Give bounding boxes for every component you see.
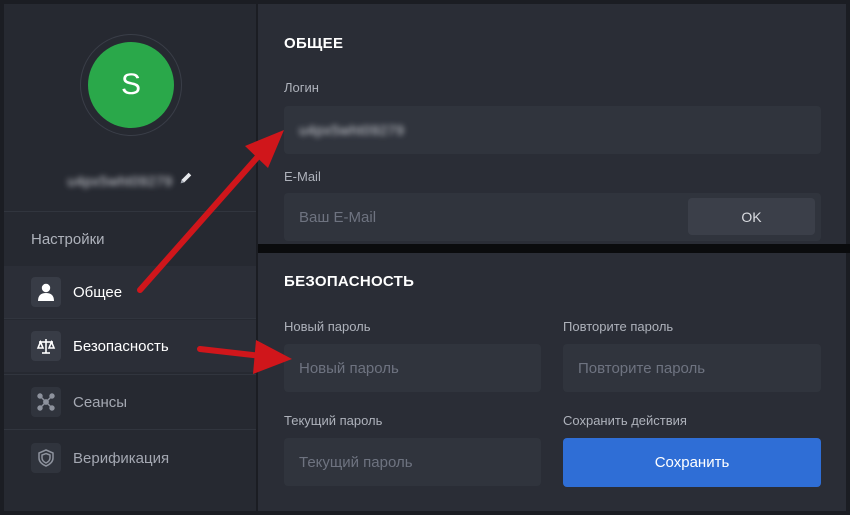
new-password-label: Новый пароль — [284, 319, 371, 334]
sidebar: S u4px5wht09279 Настройки Общее Безопасн… — [4, 4, 256, 511]
new-password-field[interactable]: Новый пароль — [284, 344, 541, 392]
sidebar-header: Настройки — [31, 231, 105, 248]
sidebar-divider — [4, 318, 256, 319]
current-password-label: Текущий пароль — [284, 413, 383, 428]
shield-icon — [31, 443, 61, 473]
repeat-password-field[interactable]: Повторите пароль — [563, 344, 821, 392]
general-panel: ОБЩЕЕ Логин u4px5wht09279 E-Mail Ваш E-M… — [258, 4, 846, 244]
new-password-placeholder: Новый пароль — [299, 359, 399, 377]
current-password-field[interactable]: Текущий пароль — [284, 438, 541, 486]
avatar[interactable]: S — [88, 42, 174, 128]
save-button[interactable]: Сохранить — [563, 438, 821, 487]
email-label: E-Mail — [284, 169, 321, 184]
username: u4px5wht09279 — [67, 172, 173, 189]
scales-icon — [31, 331, 61, 361]
login-label: Логин — [284, 80, 319, 95]
sidebar-item-label: Сеансы — [73, 393, 128, 411]
sidebar-item-verification[interactable]: Верификация — [4, 432, 256, 484]
save-actions-label: Сохранить действия — [563, 413, 687, 428]
sidebar-item-general[interactable]: Общее — [4, 266, 256, 318]
login-field[interactable]: u4px5wht09279 — [284, 106, 821, 154]
current-password-placeholder: Текущий пароль — [299, 453, 413, 471]
sidebar-item-label: Общее — [73, 283, 123, 301]
network-icon — [31, 387, 61, 417]
username-row: u4px5wht09279 — [4, 171, 256, 190]
repeat-password-placeholder: Повторите пароль — [578, 359, 706, 377]
repeat-password-label: Повторите пароль — [563, 319, 674, 334]
login-value: u4px5wht09279 — [299, 122, 405, 138]
security-panel: БЕЗОПАСНОСТЬ Новый пароль Новый пароль П… — [258, 253, 846, 511]
sidebar-item-label: Верификация — [73, 449, 170, 467]
user-icon — [31, 277, 61, 307]
panel-divider — [258, 244, 850, 253]
sidebar-divider — [4, 429, 256, 430]
ok-button[interactable]: OK — [688, 198, 815, 235]
sidebar-divider — [4, 374, 256, 375]
sidebar-item-sessions[interactable]: Сеансы — [4, 376, 256, 428]
edit-pencil-icon[interactable] — [179, 171, 193, 190]
section-title-security: БЕЗОПАСНОСТЬ — [284, 273, 415, 290]
sidebar-item-label: Безопасность — [73, 337, 169, 355]
email-placeholder: Ваш E-Mail — [299, 208, 377, 226]
sidebar-item-security[interactable]: Безопасность — [4, 320, 256, 372]
sidebar-divider — [4, 211, 256, 212]
section-title-general: ОБЩЕЕ — [284, 35, 344, 52]
